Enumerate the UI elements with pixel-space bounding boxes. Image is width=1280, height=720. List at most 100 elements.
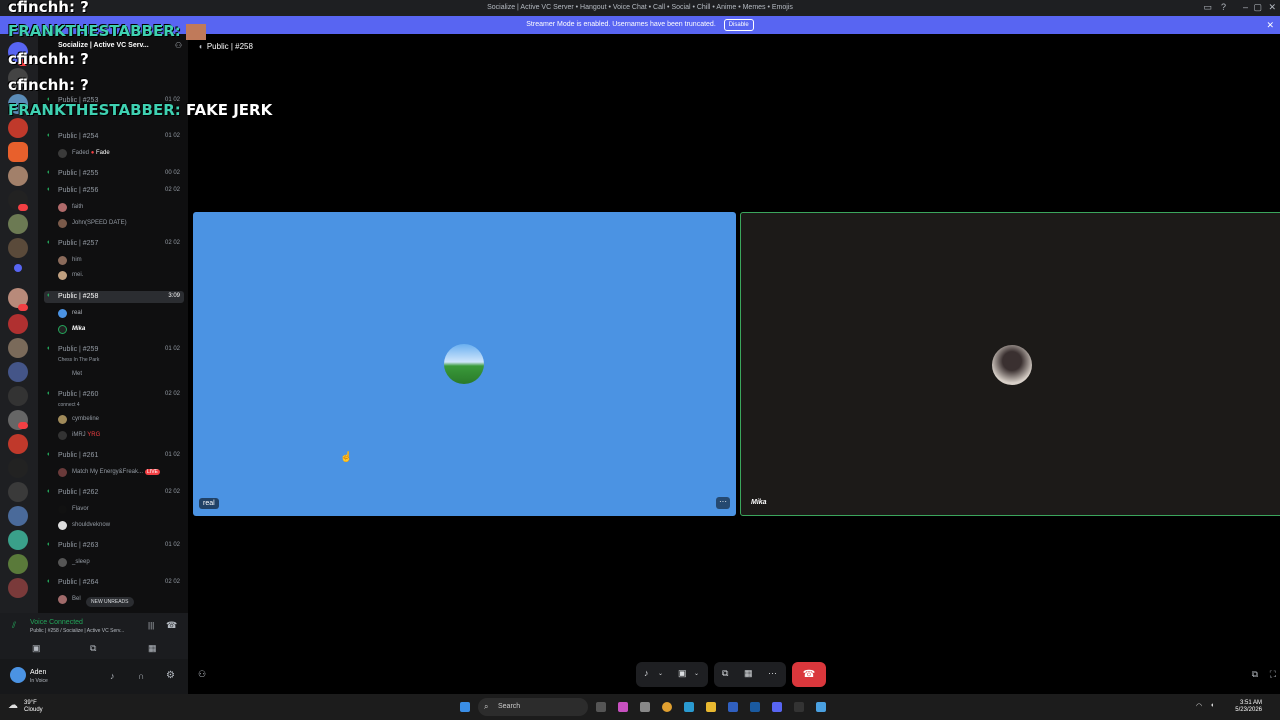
gear-icon[interactable]: ⚙ [166,670,175,681]
voice-channel[interactable]: ◖ Public | #263 01 02 [44,540,184,552]
popout-icon[interactable]: ⧉ [1252,669,1258,680]
call-channel-name: Public | #258 [206,42,253,51]
user-name: Aden [30,669,47,676]
server-icon[interactable] [8,458,28,478]
voice-channel[interactable]: ◖ Public | #262 02 02 [44,487,184,499]
avatar [58,595,67,604]
server-icon[interactable] [8,238,28,258]
screen-share-icon[interactable]: ⧉ [722,668,728,679]
chrome-icon[interactable] [662,702,672,712]
signal-icon[interactable]: ⫽ [12,620,16,631]
video-tile[interactable]: real ··· [193,212,736,516]
user-panel: Aden In Voice ♪ ∩ ⚙ [0,659,188,694]
microphone-icon[interactable]: ♪ [644,668,649,678]
app-icon[interactable] [728,702,738,712]
avatar[interactable] [10,667,26,683]
help-icon[interactable]: ? [1221,2,1226,12]
soundboard-icon[interactable]: ⚇ [198,669,206,680]
voice-detail: Public | #258 / Socialize | Active VC Se… [30,628,125,634]
voice-channel[interactable]: ◖ Public | #259 01 02 [44,344,184,356]
noise-suppression-icon[interactable]: ||| [148,621,154,630]
camera-off-icon[interactable]: ▣ [678,668,687,679]
avatar [58,468,67,477]
voice-channel-active[interactable]: ◖ Public | #258 3:09 [44,291,184,303]
server-icon[interactable] [8,142,28,162]
mention-badge [18,422,28,429]
taskbar-clock[interactable]: 3:51 AM 5/23/2026 [1235,700,1262,714]
server-icon[interactable] [8,530,28,550]
add-member-icon[interactable]: ⚇ [175,41,182,50]
volume-icon[interactable]: ◖ [1210,702,1214,709]
cloud-icon: ☁ [8,700,18,711]
server-name[interactable]: Socialize | Active VC Serv... [58,42,149,49]
banner-text: Streamer Mode is enabled. Usernames have… [526,21,716,28]
server-icon[interactable] [8,338,28,358]
server-icon[interactable] [8,214,28,234]
avatar [58,256,67,265]
activities-icon[interactable]: ▦ [744,668,753,679]
more-options-icon[interactable]: ··· [716,497,730,509]
taskbar-search[interactable]: Search [478,698,588,716]
live-badge: LIVE [145,469,160,475]
windows-start-icon[interactable] [460,702,470,712]
fullscreen-icon[interactable]: ⛶ [1270,669,1276,680]
folder-icon[interactable] [14,264,22,272]
voice-channel[interactable]: ◖ Public | #261 01 02 [44,450,184,462]
server-icon[interactable] [8,578,28,598]
avatar [58,271,67,280]
chevron-down-icon[interactable]: ⌄ [694,670,699,677]
avatar [58,203,67,212]
more-icon[interactable]: ··· [768,668,777,678]
server-icon[interactable] [8,554,28,574]
edge-icon[interactable] [684,702,694,712]
banner-close-icon[interactable]: ✕ [1266,16,1274,34]
speaker-icon: ◖ [46,239,51,246]
weather-widget[interactable]: 39°F Cloudy [24,700,43,714]
server-icon[interactable] [8,482,28,502]
minimize-button[interactable]: – [1243,2,1248,12]
server-icon[interactable] [8,386,28,406]
task-view-icon[interactable] [596,702,606,712]
voice-channel[interactable]: ◖ Public | #260 02 02 [44,389,184,401]
disable-button[interactable]: Disable [723,19,754,31]
disconnect-button[interactable]: ☎ [792,662,826,687]
microphone-icon[interactable]: ♪ [110,671,115,681]
server-icon[interactable] [8,434,28,454]
new-unreads-pill[interactable]: NEW UNREADS [86,597,134,607]
server-icon[interactable] [8,166,28,186]
voice-channel[interactable]: ◖ Public | #257 02 02 [44,238,184,250]
voice-channel[interactable]: ◖ Public | #255 00 02 [44,168,184,180]
camera-off-icon[interactable]: ▣ [32,643,41,654]
inbox-icon[interactable]: ▭ [1203,2,1212,13]
voice-status[interactable]: Voice Connected [30,619,83,626]
voice-channel[interactable]: ◖ Public | #264 02 02 [44,577,184,589]
speaker-icon: ◖ [46,390,51,397]
app-icon[interactable] [750,702,760,712]
server-icon[interactable] [8,506,28,526]
disconnect-icon[interactable]: ☎ [166,620,177,631]
avatar [58,149,67,158]
chevron-down-icon[interactable]: ⌄ [658,670,663,677]
wifi-icon[interactable]: ◠ [1196,702,1202,710]
voice-channel[interactable]: ◖ Public | #256 02 02 [44,185,184,197]
activities-icon[interactable]: ▦ [148,643,157,654]
voice-channel[interactable]: ◖ Public | #254 01 02 [44,131,184,143]
copilot-icon[interactable] [618,702,628,712]
avatar [58,431,67,440]
headphones-icon[interactable]: ∩ [138,671,144,681]
overlay-chat-line: cfinchh: ? [8,0,89,16]
mention-badge [18,304,28,311]
channel-sidebar: Socialize | Active VC Serv... ⚇ ◖ Public … [38,34,188,694]
video-tile[interactable]: Mika [740,212,1280,516]
server-icon[interactable] [8,362,28,382]
file-explorer-icon[interactable] [706,702,716,712]
app-icon[interactable] [816,702,826,712]
maximize-button[interactable]: ▢ [1253,2,1262,13]
discord-icon[interactable] [772,702,782,712]
screen-share-icon[interactable]: ⧉ [90,643,96,654]
close-button[interactable]: ✕ [1268,2,1276,13]
server-icon[interactable] [8,118,28,138]
server-icon[interactable] [8,314,28,334]
terminal-icon[interactable] [794,702,804,712]
app-icon[interactable] [640,702,650,712]
